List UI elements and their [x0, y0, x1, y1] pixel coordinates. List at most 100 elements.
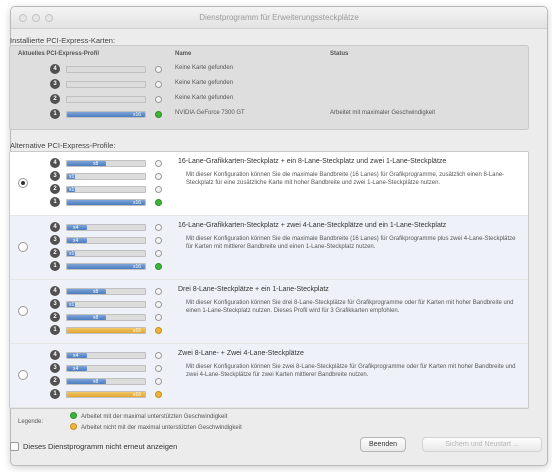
lane-bandwidth-bar: x4	[66, 237, 146, 244]
alternatives-section-label: Alternative PCI-Express-Profile:	[10, 141, 116, 150]
lane-count-label: x8	[93, 315, 99, 321]
lane-count-label: x16	[133, 392, 142, 398]
lane-bandwidth-bar: x16	[66, 391, 146, 398]
empty-status-icon	[155, 288, 162, 295]
lane-bandwidth-bar: x16	[66, 327, 146, 334]
green-status-icon	[70, 412, 77, 419]
lane-bandwidth-bar: x1	[66, 250, 146, 257]
slot-number-badge: 2	[50, 312, 60, 322]
profile-option[interactable]: 4 x4 3 x4 2 x8 1 x16 Zwei 8-Lane- + Zwei 4-Lane-…	[10, 344, 528, 408]
slot-number-badge: 3	[50, 363, 60, 373]
lane-count-label: x1	[69, 251, 75, 257]
lane-bandwidth-bar: x1	[66, 186, 146, 193]
save-and-restart-button[interactable]: Sichern und Neustart ...	[422, 437, 542, 452]
lane-bandwidth-bar	[66, 66, 146, 73]
green-status-icon	[155, 263, 162, 270]
lane-bandwidth-bar	[66, 96, 146, 103]
lane-count-label: x4	[73, 353, 79, 359]
orange-status-icon	[70, 423, 77, 430]
column-header-name: Name	[175, 51, 192, 57]
empty-status-icon	[155, 186, 162, 193]
lane-bandwidth-bar: x4	[66, 365, 146, 372]
lane-bandwidth-bar: x8	[66, 288, 146, 295]
empty-status-icon	[155, 365, 162, 372]
empty-status-icon	[155, 250, 162, 257]
dont-show-again-label: Dieses Dienstprogramm nicht erneut anzei…	[23, 442, 178, 451]
empty-status-icon	[155, 81, 162, 88]
slot-number-badge: 1	[50, 389, 60, 399]
lane-bandwidth-bar: x16	[66, 263, 146, 270]
orange-status-icon	[155, 327, 162, 334]
slot-number-badge: 4	[50, 222, 60, 232]
profile-option[interactable]: 4 x4 3 x4 2 x1 1 x16 16-Lane-Grafikkarten-Steckp…	[10, 216, 528, 280]
dont-show-again-option[interactable]: Dieses Dienstprogramm nicht erneut anzei…	[10, 442, 177, 451]
empty-status-icon	[155, 224, 162, 231]
lane-bandwidth-bar: x1	[66, 173, 146, 180]
legend-green-row: Arbeitet mit der maximal unterstützten G…	[70, 412, 228, 421]
window-title: Dienstprogramm für Erweiterungssteckplät…	[199, 13, 359, 22]
dont-show-again-checkbox[interactable]	[10, 442, 19, 451]
lane-bandwidth-bar: x16	[66, 111, 146, 118]
slot-number-badge: 1	[50, 325, 60, 335]
card-name: Keine Karte gefunden	[175, 80, 234, 86]
empty-status-icon	[155, 160, 162, 167]
lane-bandwidth-bar: x4	[66, 224, 146, 231]
card-name: Keine Karte gefunden	[175, 95, 234, 101]
profile-title: Zwei 8-Lane- + Zwei 4-Lane-Steckplätze	[178, 350, 304, 357]
lane-bandwidth-bar: x1	[66, 301, 146, 308]
profile-radio[interactable]	[18, 370, 28, 380]
lane-bandwidth-bar: x4	[66, 352, 146, 359]
empty-status-icon	[155, 352, 162, 359]
empty-status-icon	[155, 314, 162, 321]
minimize-window-button[interactable]	[32, 14, 40, 22]
lane-count-label: x1	[69, 302, 75, 308]
zoom-window-button[interactable]	[45, 14, 53, 22]
window-controls	[19, 14, 53, 22]
lane-bandwidth-bar	[66, 81, 146, 88]
table-row: 1 x16 NVIDIA GeForce 7300 GT Arbeitet mit m…	[10, 109, 528, 121]
profile-option[interactable]: 4 x8 3 x1 2 x8 1 x16 Drei 8-Lane-Steckplätze + e…	[10, 280, 528, 344]
quit-button[interactable]: Beenden	[360, 437, 407, 452]
profile-description: Mit dieser Konfiguration können Sie zwei…	[186, 364, 516, 378]
close-window-button[interactable]	[19, 14, 27, 22]
profile-description: Mit dieser Konfiguration können Sie drei…	[186, 300, 514, 314]
slot-number-badge: 4	[50, 158, 60, 168]
lane-bandwidth-bar: x8	[66, 314, 146, 321]
orange-status-icon	[155, 391, 162, 398]
profile-description: Mit dieser Konfiguration können Sie die …	[186, 172, 505, 186]
column-header-status: Status	[330, 51, 349, 57]
legend-green-label: Arbeitet mit der maximal unterstützten G…	[81, 414, 228, 421]
lane-count-label: x16	[133, 200, 142, 206]
legend: Legende: Arbeitet mit der maximal unters…	[10, 411, 530, 435]
profile-radio[interactable]	[18, 306, 28, 316]
lane-bandwidth-fill	[67, 379, 106, 384]
slot-number-badge: 3	[50, 235, 60, 245]
empty-status-icon	[155, 301, 162, 308]
profile-option[interactable]: 4 x8 3 x1 2 x1 1 x16 16-Lane-Grafikkarten-Steckp…	[10, 152, 528, 216]
slot-number-badge: 4	[50, 286, 60, 296]
legend-title: Legende:	[18, 419, 44, 425]
profile-description: Mit dieser Konfiguration können Sie die …	[186, 236, 516, 250]
profile-title: Drei 8-Lane-Steckplätze + ein 1-Lane-Ste…	[178, 286, 329, 293]
alternative-profiles-list: 4 x8 3 x1 2 x1 1 x16 16-Lane-Grafikkarten-Steckp…	[9, 151, 529, 409]
slot-number-badge: 3	[50, 299, 60, 309]
empty-status-icon	[155, 66, 162, 73]
lane-count-label: x1	[69, 187, 75, 193]
empty-status-icon	[155, 173, 162, 180]
profile-radio[interactable]	[18, 178, 28, 188]
lane-bandwidth-fill	[67, 161, 106, 166]
lane-count-label: x16	[133, 264, 142, 270]
table-row: 3 Keine Karte gefunden	[10, 79, 528, 91]
profile-title: 16-Lane-Grafikkarten-Steckplatz + zwei 4…	[178, 222, 447, 229]
lane-bandwidth-fill	[67, 289, 106, 294]
lane-bandwidth-bar: x8	[66, 160, 146, 167]
lane-count-label: x4	[73, 238, 79, 244]
legend-orange-row: Arbeitet nicht mit der maximal unterstüt…	[70, 423, 242, 431]
slot-number-badge: 1	[50, 109, 60, 119]
profile-radio[interactable]	[18, 242, 28, 252]
lane-count-label: x16	[133, 112, 142, 118]
green-status-icon	[155, 111, 162, 118]
lane-count-label: x8	[93, 289, 99, 295]
slot-number-badge: 1	[50, 197, 60, 207]
slot-number-badge: 1	[50, 261, 60, 271]
